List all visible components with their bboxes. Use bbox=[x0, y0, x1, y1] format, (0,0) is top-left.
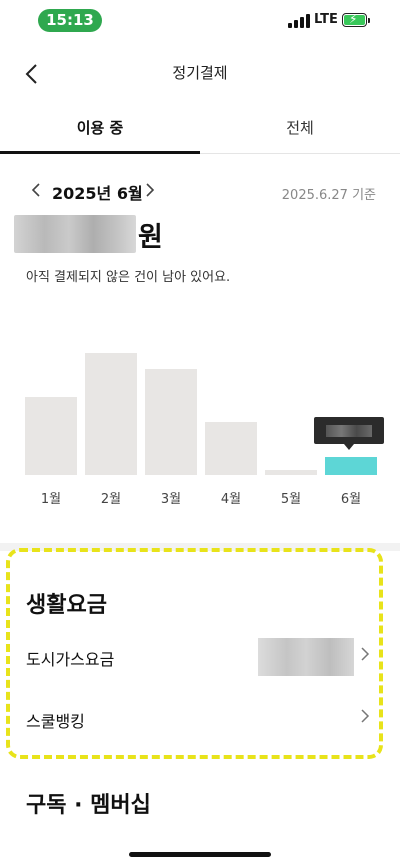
prev-month-button[interactable] bbox=[30, 182, 42, 202]
chevron-right-icon bbox=[360, 646, 370, 666]
monthly-bar-chart: 1월 2월 3월 4월 5월 6월 bbox=[0, 330, 400, 520]
month-selector: 2025년 6월 2025.6.27 기준 bbox=[26, 178, 376, 208]
battery-icon: ⚡ bbox=[342, 12, 367, 27]
page-title: 정기결제 bbox=[172, 64, 228, 82]
chart-bar[interactable] bbox=[325, 457, 377, 475]
list-item-school-banking[interactable]: 스쿨뱅킹 bbox=[26, 700, 370, 740]
chevron-left-icon bbox=[31, 183, 40, 197]
current-month: 2025년 6월 bbox=[52, 184, 143, 203]
as-of-date: 2025.6.27 기준 bbox=[281, 188, 376, 203]
nav-header: 정기결제 bbox=[0, 52, 400, 96]
home-indicator bbox=[129, 852, 271, 857]
chart-tooltip-pointer bbox=[344, 444, 354, 450]
section-title-subscriptions: 구독 · 멤버십 bbox=[26, 793, 151, 818]
chart-bar[interactable] bbox=[265, 470, 317, 475]
chart-tooltip bbox=[314, 417, 384, 444]
tab-in-use[interactable]: 이용 중 bbox=[0, 108, 200, 154]
list-item-label: 스쿨뱅킹 bbox=[26, 712, 85, 731]
currency-unit: 원 bbox=[138, 222, 163, 253]
next-month-button[interactable] bbox=[144, 182, 156, 202]
list-item-label: 도시가스요금 bbox=[26, 650, 115, 669]
tab-bar: 이용 중 전체 bbox=[0, 108, 400, 154]
chart-bar[interactable] bbox=[25, 397, 77, 475]
unpaid-notice: 아직 결제되지 않은 건이 남아 있어요. bbox=[26, 270, 231, 285]
charging-bolt-icon: ⚡ bbox=[349, 12, 358, 26]
blurred-value bbox=[258, 638, 354, 676]
network-type: LTE bbox=[314, 12, 338, 27]
chart-bar[interactable] bbox=[85, 353, 137, 475]
battery-tip bbox=[368, 18, 370, 23]
chevron-right-icon bbox=[146, 183, 155, 197]
cellular-signal-icon bbox=[288, 14, 312, 28]
chart-x-label: 2월 bbox=[100, 492, 122, 507]
chart-bar[interactable] bbox=[205, 422, 257, 475]
chart-x-label: 3월 bbox=[160, 492, 182, 507]
blurred-tooltip-value bbox=[326, 425, 372, 437]
tab-all[interactable]: 전체 bbox=[200, 108, 400, 154]
chart-x-label: 1월 bbox=[40, 492, 62, 507]
chart-x-label: 5월 bbox=[280, 492, 302, 507]
blurred-amount bbox=[14, 215, 136, 253]
chevron-right-icon bbox=[360, 708, 370, 728]
section-title-utilities: 생활요금 bbox=[26, 593, 107, 618]
chart-x-label: 4월 bbox=[220, 492, 242, 507]
chart-bar[interactable] bbox=[145, 369, 197, 475]
status-bar: 15:13 LTE ⚡ bbox=[0, 0, 400, 44]
list-item-city-gas[interactable]: 도시가스요금 bbox=[26, 638, 370, 678]
status-time: 15:13 bbox=[38, 9, 102, 32]
chart-x-label: 6월 bbox=[340, 492, 362, 507]
